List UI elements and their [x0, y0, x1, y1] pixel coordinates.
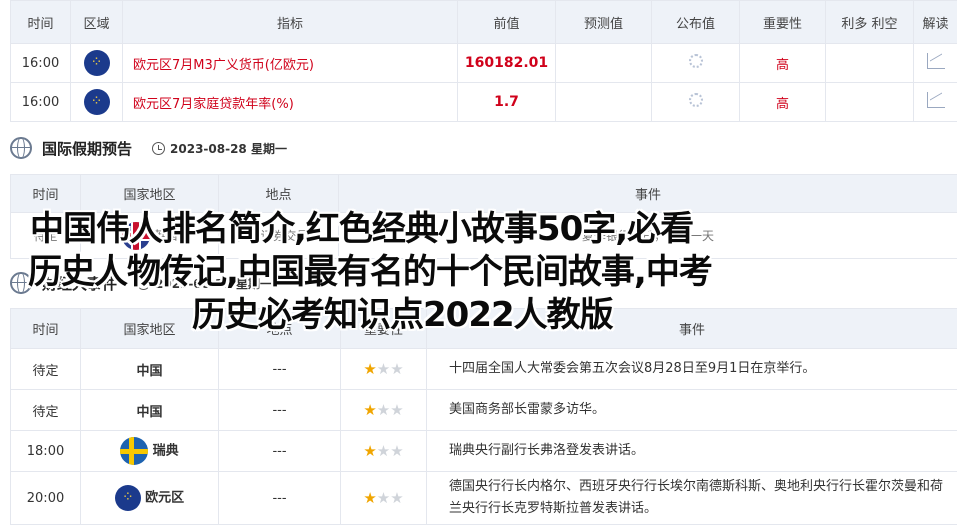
chart-icon[interactable]	[926, 53, 945, 69]
loading-spinner-icon	[688, 93, 703, 107]
events-header-row: 时间 国家地区 地点 重要性 事件	[10, 308, 957, 349]
place-label: ---	[218, 430, 341, 472]
importance-label: 高	[739, 82, 826, 122]
header-time: 时间	[10, 308, 81, 349]
se-flag-icon	[120, 437, 149, 465]
eu-flag-icon	[114, 485, 141, 511]
country-label: 中国	[80, 389, 219, 431]
importance-stars: ★★★	[340, 389, 427, 431]
header-impact: 利多 利空	[825, 0, 914, 44]
star-empty-icon: ★	[390, 442, 404, 460]
star-icon: ★	[363, 401, 377, 419]
header-actual: 公布值	[651, 0, 740, 44]
previous-value: 1.7	[457, 82, 556, 122]
row-time: 待定	[10, 348, 81, 390]
section-title: 国际假期预告	[42, 139, 133, 158]
header-event: 事件	[338, 174, 957, 213]
event-label: 美国商务部长雷蒙多访华。	[426, 389, 957, 431]
table-row[interactable]: 16:00 欧元区7月家庭贷款年率(%) 1.7 高	[10, 82, 957, 122]
star-empty-icon: ★	[390, 360, 404, 378]
events-section-header: 财经大事件 2023-08-28 星期一	[10, 266, 957, 300]
header-importance: 重要性	[340, 308, 427, 349]
star-empty-icon: ★	[376, 360, 391, 378]
header-indicator: 指标	[122, 0, 458, 44]
holidays-section-header: 国际假期预告 2023-08-28 星期一	[10, 131, 957, 165]
indicator-link[interactable]: 欧元区7月M3广义货币(亿欧元)	[122, 43, 458, 83]
holidays-table: 时间 国家地区 地点 事件 待定 英国 伦敦证券交易所 夏季银行假日，休市一天	[10, 174, 957, 259]
table-row[interactable]: 16:00 欧元区7月M3广义货币(亿欧元) 160182.01 高	[10, 43, 957, 83]
importance-stars: ★★★	[340, 348, 427, 390]
star-empty-icon: ★	[376, 489, 391, 507]
table-row: 20:00 欧元区 --- ★★★ 德国央行行长内格尔、西班牙央行行长埃尔南德斯…	[10, 471, 957, 525]
table-row: 待定 英国 伦敦证券交易所 夏季银行假日，休市一天	[10, 212, 957, 259]
country-label: 英国	[153, 228, 178, 242]
header-event: 事件	[426, 308, 957, 349]
impact-cell	[825, 82, 914, 122]
star-empty-icon: ★	[376, 442, 391, 460]
row-time: 16:00	[10, 43, 71, 83]
header-place: 地点	[218, 174, 339, 213]
section-title: 财经大事件	[42, 274, 118, 293]
place-label: ---	[218, 471, 341, 525]
header-country: 国家地区	[80, 308, 219, 349]
header-place: 地点	[218, 308, 341, 349]
chart-icon[interactable]	[926, 92, 945, 108]
row-time: 20:00	[10, 471, 81, 525]
header-time: 时间	[10, 174, 81, 213]
events-table: 时间 国家地区 地点 重要性 事件 待定 中国 --- ★★★ 十四届全国人大常…	[10, 308, 957, 525]
event-label: 德国央行行长内格尔、西班牙央行行长埃尔南德斯科斯、奥地利央行行长霍尔茨曼和荷兰央…	[426, 471, 957, 525]
header-interpret: 解读	[913, 0, 957, 44]
country-label: 瑞典	[152, 443, 179, 459]
star-icon: ★	[363, 489, 377, 507]
importance-stars: ★★★	[340, 471, 427, 525]
table-row: 待定 中国 --- ★★★ 十四届全国人大常委会第五次会议8月28日至9月1日在…	[10, 348, 957, 390]
row-time: 18:00	[10, 430, 81, 472]
table-row: 待定 中国 --- ★★★ 美国商务部长雷蒙多访华。	[10, 389, 957, 431]
star-empty-icon: ★	[390, 489, 404, 507]
globe-icon	[10, 272, 32, 294]
forecast-value	[555, 82, 652, 122]
economic-calendar-table: 时间 区域 指标 前值 预测值 公布值 重要性 利多 利空 解读 16:00 欧…	[10, 0, 957, 122]
uk-flag-icon	[121, 221, 150, 250]
header-importance: 重要性	[739, 0, 826, 44]
row-time: 16:00	[10, 82, 71, 122]
place-label: 伦敦证券交易所	[218, 212, 339, 259]
event-label: 瑞典央行副行长弗洛登发表讲话。	[426, 430, 957, 472]
star-empty-icon: ★	[390, 401, 404, 419]
indicator-link[interactable]: 欧元区7月家庭贷款年率(%)	[122, 82, 458, 122]
place-label: ---	[218, 389, 341, 431]
event-label: 夏季银行假日，休市一天	[338, 212, 957, 259]
section-date: 2023-08-28 星期一	[155, 276, 272, 291]
row-time: 待定	[10, 389, 81, 431]
loading-spinner-icon	[688, 54, 703, 68]
previous-value: 160182.01	[457, 43, 556, 83]
importance-stars: ★★★	[340, 430, 427, 472]
header-time: 时间	[10, 0, 71, 44]
event-label: 十四届全国人大常委会第五次会议8月28日至9月1日在京举行。	[426, 348, 957, 390]
header-forecast: 预测值	[555, 0, 652, 44]
eu-flag-icon	[83, 50, 110, 76]
place-label: ---	[218, 348, 341, 390]
impact-cell	[825, 43, 914, 83]
clock-icon	[152, 141, 166, 155]
star-icon: ★	[363, 360, 377, 378]
clock-icon	[137, 276, 151, 290]
star-empty-icon: ★	[376, 401, 391, 419]
section-date: 2023-08-28 星期一	[170, 141, 287, 156]
forecast-value	[555, 43, 652, 83]
header-region: 区域	[70, 0, 123, 44]
header-previous: 前值	[457, 0, 556, 44]
header-country: 国家地区	[80, 174, 219, 213]
importance-label: 高	[739, 43, 826, 83]
country-label: 中国	[80, 348, 219, 390]
star-icon: ★	[363, 442, 377, 460]
country-label: 欧元区	[145, 490, 185, 506]
row-time: 待定	[10, 212, 81, 259]
globe-icon	[10, 137, 32, 159]
holidays-header-row: 时间 国家地区 地点 事件	[10, 174, 957, 213]
eu-flag-icon	[83, 89, 110, 115]
table-row: 18:00 瑞典 --- ★★★ 瑞典央行副行长弗洛登发表讲话。	[10, 430, 957, 472]
calendar-header-row: 时间 区域 指标 前值 预测值 公布值 重要性 利多 利空 解读	[10, 0, 957, 44]
